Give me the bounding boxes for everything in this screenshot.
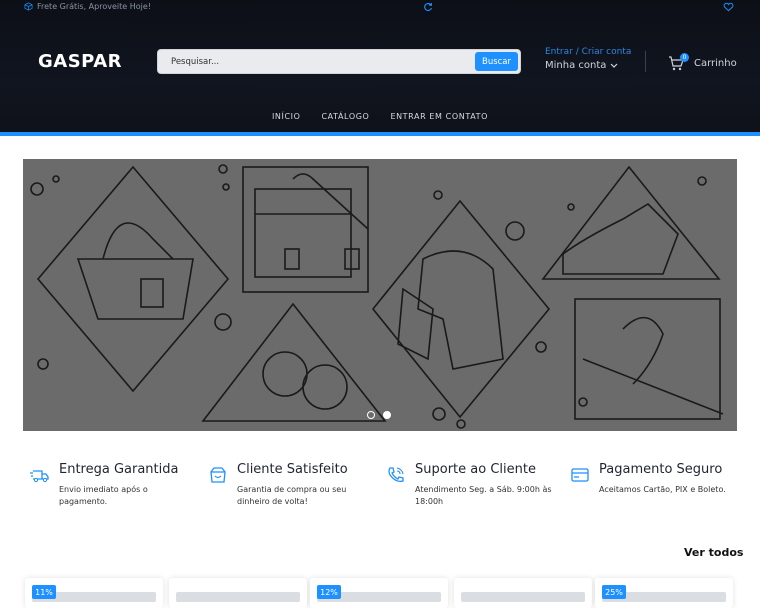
header: Frete Grátis, Aproveite Hoje! GASPAR Bus… [0, 0, 760, 136]
phone-support-icon [388, 467, 404, 483]
heart-icon[interactable] [723, 2, 734, 12]
product-card[interactable] [169, 578, 307, 608]
search-bar: Buscar [157, 49, 521, 74]
product-card[interactable] [454, 578, 592, 608]
feature-text: Garantia de compra ou seu dinheiro de vo… [237, 485, 347, 506]
cart-button[interactable]: 0 Carrinho [668, 53, 737, 71]
my-account-label: Minha conta [545, 60, 607, 71]
logo[interactable]: GASPAR [38, 51, 122, 72]
nav-item-contato[interactable]: ENTRAR EM CONTATO [390, 112, 488, 121]
see-all-link[interactable]: Ver todos [684, 546, 743, 559]
header-divider [645, 51, 646, 72]
nav-item-catalogo[interactable]: CATÁLOGO [321, 112, 369, 121]
refresh-icon[interactable] [423, 2, 433, 12]
search-button[interactable]: Buscar [475, 52, 518, 71]
feature-title: Suporte ao Cliente [415, 462, 536, 477]
product-card[interactable]: 11% [25, 578, 163, 608]
search-input[interactable] [158, 50, 474, 73]
feature-text: Aceitamos Cartão, PIX e Boleto. [599, 485, 726, 494]
box-icon [24, 2, 33, 11]
feature-title: Pagamento Seguro [599, 462, 723, 477]
credit-card-icon [571, 468, 589, 482]
header-accent-line [0, 132, 760, 136]
nav-item-inicio[interactable]: INÍCIO [272, 112, 301, 121]
account-menu: Entrar / Criar conta Minha conta [545, 47, 631, 71]
discount-badge: 12% [317, 585, 341, 599]
carousel-dot-1[interactable] [367, 411, 375, 419]
banner-illustration [30, 164, 724, 429]
cart-count-badge: 0 [680, 53, 689, 62]
carousel-dots [367, 411, 391, 419]
fast-delivery-icon [30, 470, 49, 483]
carousel-dot-2[interactable] [383, 411, 391, 419]
product-card[interactable]: 25% [595, 578, 733, 608]
promo-text: Frete Grátis, Aproveite Hoje! [37, 2, 151, 11]
my-account-dropdown[interactable]: Minha conta [545, 60, 631, 71]
main-nav: INÍCIO CATÁLOGO ENTRAR EM CONTATO [0, 112, 760, 121]
promo-banner: Frete Grátis, Aproveite Hoje! [24, 2, 151, 11]
chevron-down-icon [610, 63, 618, 68]
feature-text: Envio imediato após o pagamento. [59, 485, 148, 506]
feature-title: Entrega Garantida [59, 462, 179, 477]
discount-badge: 11% [32, 585, 56, 599]
satisfied-box-icon [210, 467, 226, 483]
top-bar: Frete Grátis, Aproveite Hoje! [0, 0, 760, 16]
product-image-placeholder [176, 592, 300, 602]
discount-badge: 25% [602, 585, 626, 599]
feature-text: Atendimento Seg. a Sáb. 9:00h às 18:00h [415, 485, 552, 506]
feature-title: Cliente Satisfeito [237, 462, 348, 477]
product-image-placeholder [461, 592, 585, 602]
cart-label: Carrinho [694, 58, 737, 69]
login-link[interactable]: Entrar / Criar conta [545, 47, 631, 57]
product-card[interactable]: 12% [310, 578, 448, 608]
hero-banner[interactable] [23, 159, 737, 431]
